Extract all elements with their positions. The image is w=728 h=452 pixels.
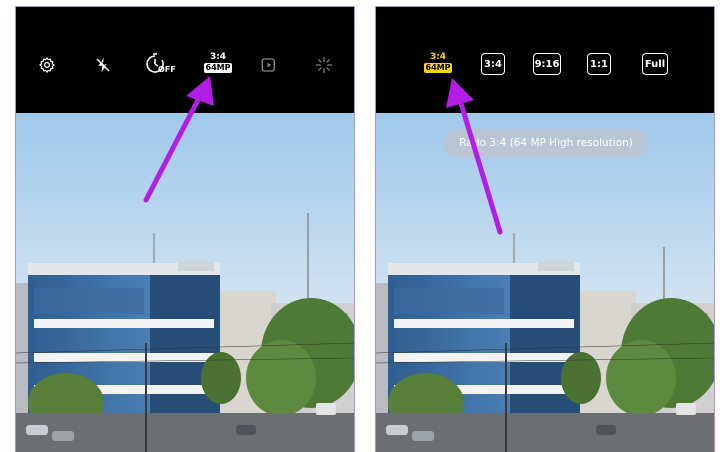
selected-ratio-label: 3:4: [429, 52, 447, 62]
ratio-option-full[interactable]: Full: [642, 53, 668, 75]
camera-toolbar: OFF 3:4 64MP: [16, 7, 354, 113]
ratio-label: 3:4: [209, 52, 227, 62]
selected-ratio-button[interactable]: 3:4 64MP: [418, 52, 458, 78]
ratio-selector-toolbar: 3:4 64MP 3:4 9:16 1:1 Full: [376, 7, 714, 113]
left-camera-panel: OFF 3:4 64MP: [15, 6, 355, 452]
right-camera-panel: 3:4 64MP 3:4 9:16 1:1 Full Ratio 3:4 (64…: [375, 6, 715, 452]
timer-icon[interactable]: OFF: [144, 51, 176, 79]
ratio-button[interactable]: 3:4 64MP: [198, 52, 238, 78]
motion-photo-icon[interactable]: [258, 51, 280, 79]
ratio-option-3-4[interactable]: 3:4: [481, 53, 505, 75]
camera-preview: [16, 113, 354, 452]
selected-resolution-badge: 64MP: [423, 63, 453, 73]
timer-label: OFF: [158, 65, 176, 74]
flash-off-icon[interactable]: [92, 51, 114, 79]
ratio-toast: Ratio 3:4 (64 MP High resolution): [444, 129, 648, 157]
gear-icon[interactable]: [36, 51, 58, 79]
sparkle-icon[interactable]: [313, 51, 335, 79]
camera-preview: [376, 113, 714, 452]
ratio-option-1-1[interactable]: 1:1: [587, 53, 611, 75]
ratio-option-9-16[interactable]: 9:16: [533, 53, 561, 75]
resolution-badge: 64MP: [203, 63, 233, 73]
